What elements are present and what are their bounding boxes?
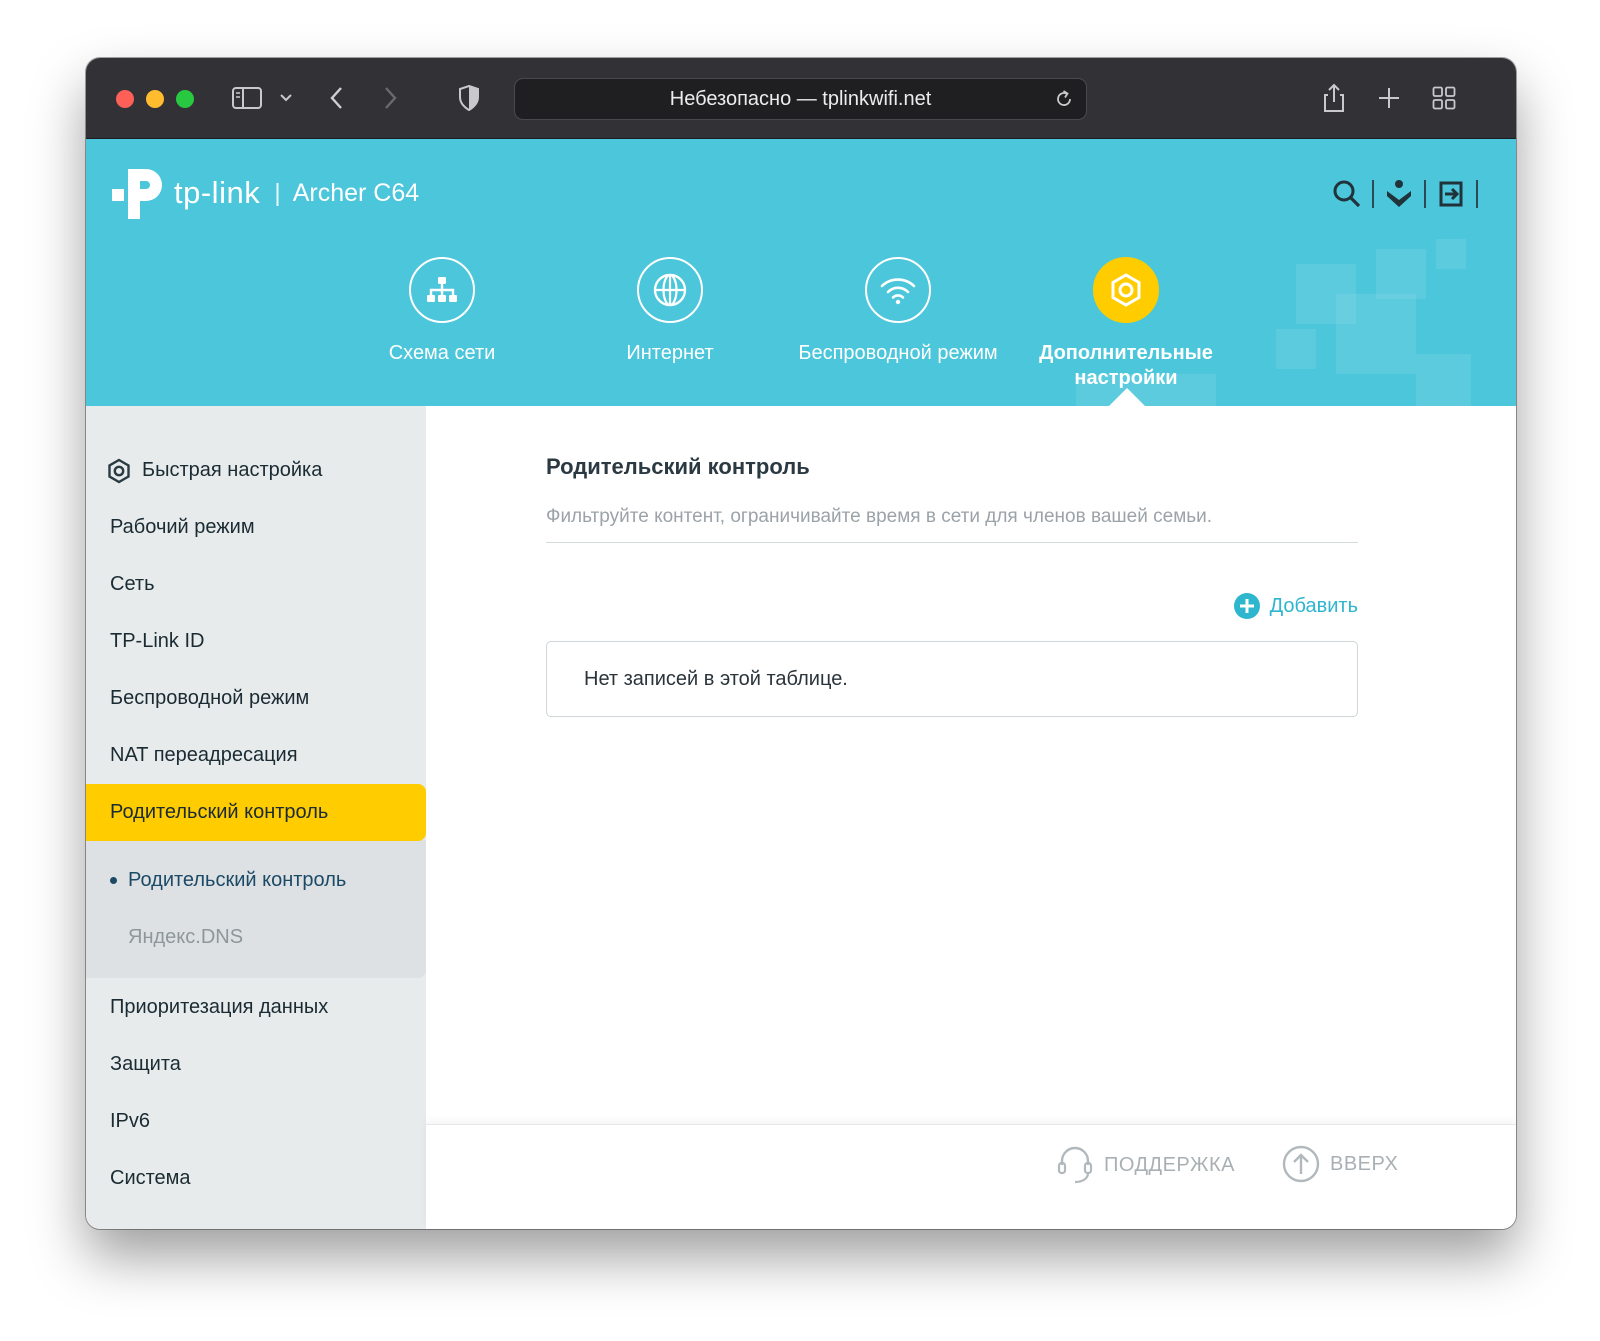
sidebar-item-label: IPv6: [110, 1110, 151, 1132]
nav-label: Дополнительные настройки: [1039, 342, 1213, 389]
zoom-window-button[interactable]: [176, 90, 194, 108]
arrow-up-circle-icon: [1282, 1145, 1320, 1183]
active-nav-pointer: [1109, 388, 1145, 406]
logout-icon[interactable]: [1434, 177, 1468, 211]
support-label: ПОДДЕРЖКА: [1104, 1153, 1235, 1176]
search-icon[interactable]: [1330, 177, 1364, 211]
nav-internet[interactable]: Интернет: [560, 257, 780, 366]
sidebar-toggle-icon[interactable]: [230, 80, 264, 116]
divider: [1424, 180, 1426, 208]
back-icon[interactable]: [326, 80, 348, 116]
sidebar-item-quick-setup[interactable]: Быстрая настройка: [86, 442, 426, 499]
page-footer: ПОДДЕРЖКА ВВЕРХ: [426, 1124, 1516, 1229]
sidebar: Быстрая настройка Рабочий режим Сеть TP-…: [86, 406, 426, 1229]
sidebar-item-label: Сеть: [110, 573, 155, 595]
nav-label: Беспроводной режим: [798, 342, 998, 364]
sidebar-item-system[interactable]: Система: [86, 1150, 426, 1207]
reload-icon[interactable]: [1054, 89, 1074, 115]
support-button[interactable]: ПОДДЕРЖКА: [1056, 1145, 1235, 1185]
rules-table: Нет записей в этой таблице.: [546, 641, 1358, 717]
sidebar-item-label: Родительский контроль: [110, 801, 329, 823]
sidebar-item-wireless[interactable]: Беспроводной режим: [86, 670, 426, 727]
add-button-label: Добавить: [1269, 594, 1358, 617]
chevron-down-icon[interactable]: [276, 80, 296, 116]
decor-block: [1336, 294, 1416, 374]
active-dot: [110, 877, 117, 884]
decor-block: [1436, 239, 1466, 269]
top-label: ВВЕРХ: [1330, 1152, 1399, 1175]
divider: [1476, 180, 1478, 208]
sidebar-item-security[interactable]: Защита: [86, 1036, 426, 1093]
tp-link-logo-icon: [112, 169, 162, 219]
submenu-item-label: Родительский контроль: [128, 869, 347, 891]
submenu-item-parental-controls[interactable]: Родительский контроль: [86, 852, 426, 909]
wifi-icon: [865, 257, 931, 323]
close-window-button[interactable]: [116, 90, 134, 108]
address-text: Небезопасно — tplinkwifi.net: [669, 87, 932, 110]
router-header: tp-link | Archer C64 Схема сети Интернет…: [86, 139, 1516, 406]
sidebar-item-tp-link-id[interactable]: TP-Link ID: [86, 613, 426, 670]
sidebar-item-network[interactable]: Сеть: [86, 556, 426, 613]
sidebar-item-label: Приоритезация данных: [110, 996, 329, 1018]
sidebar-item-label: TP-Link ID: [110, 630, 205, 652]
forward-icon[interactable]: [379, 80, 401, 116]
sidebar-item-operation-mode[interactable]: Рабочий режим: [86, 499, 426, 556]
page-description: Фильтруйте контент, ограничивайте время …: [546, 506, 1213, 527]
divider: [1372, 180, 1374, 208]
sidebar-item-nat-forwarding[interactable]: NAT переадресация: [86, 727, 426, 784]
sidebar-item-ipv6[interactable]: IPv6: [86, 1093, 426, 1150]
divider: [546, 542, 1358, 543]
address-bar[interactable]: Небезопасно — tplinkwifi.net: [514, 78, 1087, 120]
gear-icon: [106, 458, 132, 484]
add-button[interactable]: Добавить: [1233, 592, 1358, 620]
sidebar-item-label: Быстрая настройка: [142, 459, 323, 481]
nav-advanced[interactable]: Дополнительные настройки: [1016, 257, 1236, 391]
sidebar-item-label: Система: [110, 1167, 191, 1189]
model-name: Archer C64: [292, 178, 420, 207]
shield-icon[interactable]: [456, 80, 482, 116]
back-to-top-button[interactable]: ВВЕРХ: [1282, 1145, 1398, 1183]
submenu-item-label: Яндекс.DNS: [128, 926, 244, 948]
decor-block: [1416, 354, 1471, 406]
submenu-item-yandex-dns[interactable]: Яндекс.DNS: [86, 909, 426, 966]
brand-name: tp-link: [174, 175, 261, 210]
nav-label: Схема сети: [388, 342, 496, 364]
brand-separator: |: [274, 178, 281, 207]
share-icon[interactable]: [1320, 80, 1348, 116]
page-title: Родительский контроль: [546, 454, 810, 479]
tab-overview-icon[interactable]: [1430, 80, 1458, 116]
new-tab-icon[interactable]: [1376, 80, 1402, 116]
sidebar-item-label: Рабочий режим: [110, 516, 255, 538]
sidebar-item-parental-controls[interactable]: Родительский контроль: [86, 784, 426, 841]
sidebar-submenu: Родительский контроль Яндекс.DNS: [86, 840, 426, 978]
nav-network-map[interactable]: Схема сети: [332, 257, 552, 366]
decor-block: [1276, 329, 1316, 369]
browser-window: Небезопасно — tplinkwifi.net tp-link | A…: [86, 58, 1516, 1229]
firmware-update-icon[interactable]: [1382, 177, 1416, 211]
main-content: Родительский контроль Фильтруйте контент…: [426, 406, 1516, 1124]
browser-toolbar: Небезопасно — tplinkwifi.net: [86, 58, 1516, 139]
sidebar-item-label: NAT переадресация: [110, 744, 298, 766]
empty-table-message: Нет записей в этой таблице.: [584, 667, 848, 690]
decor-block: [1376, 249, 1426, 299]
plus-circle-icon: [1233, 592, 1261, 620]
headset-icon: [1056, 1145, 1094, 1185]
globe-icon: [637, 257, 703, 323]
sidebar-item-qos[interactable]: Приоритезация данных: [86, 979, 426, 1036]
nav-wireless[interactable]: Беспроводной режим: [788, 257, 1008, 366]
header-tools: [1330, 177, 1486, 211]
sidebar-item-label: Защита: [110, 1053, 181, 1075]
network-map-icon: [409, 257, 475, 323]
minimize-window-button[interactable]: [146, 90, 164, 108]
sidebar-item-label: Беспроводной режим: [110, 687, 310, 709]
gear-icon: [1093, 257, 1159, 323]
tp-link-logo: tp-link | Archer C64: [110, 165, 419, 221]
nav-label: Интернет: [626, 342, 714, 364]
